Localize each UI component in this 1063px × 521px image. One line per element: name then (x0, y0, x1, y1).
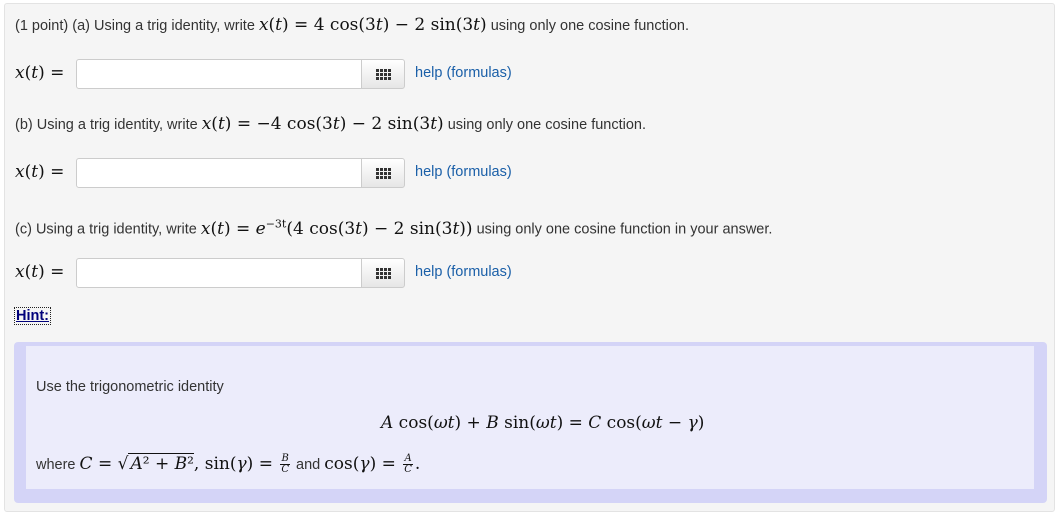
part-a-help-link[interactable]: help (formulas) (415, 65, 512, 81)
hint-intro: Use the trigonometric identity (36, 379, 224, 395)
part-a-palette-button[interactable] (361, 59, 405, 89)
grid-icon (375, 267, 391, 279)
part-b-answer-input[interactable] (76, 158, 362, 188)
hint-where-line: where C = √ A² + B², sin(γ) = BC and cos(… (36, 453, 421, 475)
part-a-label: (a) (72, 18, 90, 34)
part-c-answer-label: x(t) = (15, 262, 65, 282)
hint-cos-definition: cos(γ) = AC. (324, 453, 421, 475)
part-b-suffix: using only one cosine function. (447, 117, 647, 133)
grid-icon (375, 68, 391, 80)
part-c-label: (c) (15, 221, 32, 238)
part-a-answer-label: x(t) = (15, 63, 65, 83)
part-a-suffix: using only one cosine function. (490, 18, 689, 34)
hint-box: Use the trigonometric identity A cos(ωt)… (14, 342, 1047, 503)
hint-c-definition: C = √ A² + B², sin(γ) = BC (79, 453, 290, 475)
hint-link[interactable]: Hint: (13, 307, 52, 325)
hint-identity: A cos(ωt) + B sin(ωt) = C cos(ωt − γ) (381, 413, 705, 433)
part-c-help-link[interactable]: help (formulas) (415, 264, 512, 280)
part-a-answer-input[interactable] (76, 59, 362, 89)
part-b-palette-button[interactable] (361, 158, 405, 188)
part-a-expression: x(t) = 4 cos(3t) − 2 sin(3t) (258, 15, 487, 35)
points-label: (1 point) (15, 18, 69, 34)
part-a-prefix: Using a trig identity, write (94, 18, 255, 34)
hint-content: Use the trigonometric identity A cos(ωt)… (26, 346, 1034, 489)
part-c-palette-button[interactable] (361, 258, 405, 288)
part-b-expression: x(t) = −4 cos(3t) − 2 sin(3t) (201, 114, 444, 134)
part-c-prefix: Using a trig identity, write (35, 221, 197, 238)
part-c-statement: (c) Using a trig identity, write x(t) = … (15, 214, 772, 240)
part-c-expression: x(t) = e−3t(4 cos(3t) − 2 sin(3t)) (200, 217, 473, 239)
part-c-answer-input[interactable] (76, 258, 362, 288)
grid-icon (375, 167, 391, 179)
part-c-suffix: using only one cosine function in your a… (476, 221, 773, 238)
part-b-label: (b) (15, 117, 33, 133)
part-b-answer-label: x(t) = (15, 162, 65, 182)
part-b-statement: (b) Using a trig identity, write x(t) = … (15, 114, 646, 135)
part-b-help-link[interactable]: help (formulas) (415, 164, 512, 180)
part-a-statement: (1 point) (a) Using a trig identity, wri… (15, 15, 689, 36)
problem-panel: (1 point) (a) Using a trig identity, wri… (4, 3, 1055, 512)
part-b-prefix: Using a trig identity, write (36, 117, 198, 133)
